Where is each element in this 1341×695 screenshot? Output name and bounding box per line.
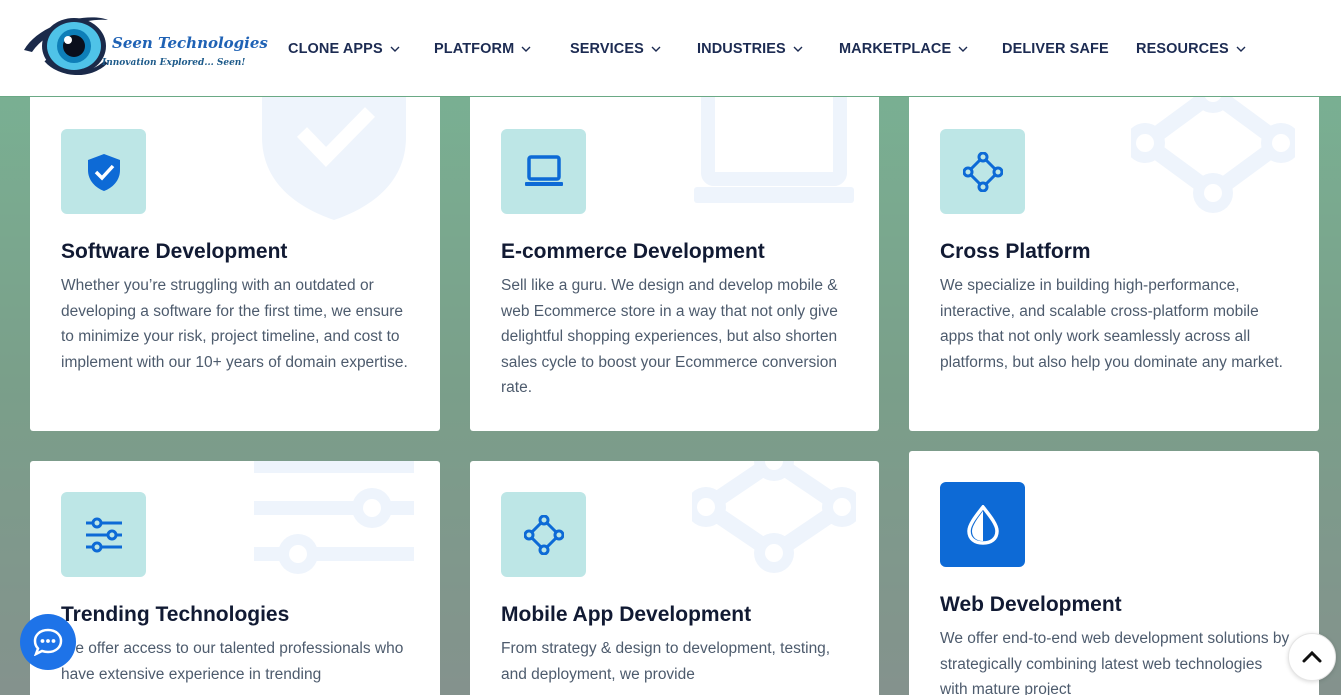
card-description: Sell like a guru. We design and develop … xyxy=(501,277,838,396)
brand-name: Seen Technologies xyxy=(112,34,268,52)
nav-marketplace[interactable]: MARKETPLACE xyxy=(839,40,969,58)
card-title: E-commerce Development xyxy=(501,240,765,263)
nodes-bg-icon xyxy=(1131,87,1295,213)
chevron-down-icon xyxy=(1236,46,1246,52)
chat-bubble-icon xyxy=(33,628,63,656)
icon-box xyxy=(501,129,586,214)
nav-label: INDUSTRIES xyxy=(697,41,786,57)
sliders-icon xyxy=(85,517,122,552)
nodes-icon xyxy=(962,151,1003,192)
icon-box xyxy=(61,129,146,214)
drop-icon xyxy=(966,504,999,545)
sliders-bg-icon xyxy=(254,461,414,574)
card-title: Mobile App Development xyxy=(501,603,752,626)
card-description: We specialize in building high-performan… xyxy=(940,277,1283,371)
nav-label: SERVICES xyxy=(570,41,644,57)
nav-label: PLATFORM xyxy=(434,41,515,57)
laptop-bg-icon xyxy=(694,87,854,203)
card-description: Whether you’re struggling with an outdat… xyxy=(61,277,408,371)
logo[interactable]: Seen Technologies Innovation Explored...… xyxy=(20,12,268,82)
nav-resources[interactable]: RESOURCES xyxy=(1136,40,1247,58)
laptop-icon xyxy=(524,154,563,186)
card-description: We offer end-to-end web development solu… xyxy=(940,630,1290,695)
shield-check-icon xyxy=(87,153,120,191)
chevron-down-icon xyxy=(793,46,803,52)
nav-clone-apps[interactable]: CLONE APPS xyxy=(288,40,401,58)
nav-label: CLONE APPS xyxy=(288,41,383,57)
card-title: Software Development xyxy=(61,240,288,263)
chevron-up-icon xyxy=(1302,650,1322,663)
icon-box xyxy=(940,129,1025,214)
shield-check-bg-icon xyxy=(262,87,406,220)
service-card-web-development[interactable]: Web Development We offer end-to-end web … xyxy=(909,451,1319,695)
service-card-cross-platform[interactable]: Cross Platform We specialize in building… xyxy=(909,87,1319,431)
icon-box xyxy=(940,482,1025,567)
nodes-bg-icon xyxy=(692,461,856,573)
nav-label: RESOURCES xyxy=(1136,41,1229,57)
nav-industries[interactable]: INDUSTRIES xyxy=(697,40,804,58)
site-header: Seen Technologies Innovation Explored...… xyxy=(0,0,1341,97)
nav-services[interactable]: SERVICES xyxy=(570,40,662,58)
service-card-trending-technologies[interactable]: Trending Technologies We offer access to… xyxy=(30,461,440,695)
card-title: Web Development xyxy=(940,593,1122,616)
nav-label: DELIVER SAFE xyxy=(1002,41,1109,57)
card-description: We offer access to our talented professi… xyxy=(61,640,404,683)
chevron-down-icon xyxy=(958,46,968,52)
scroll-to-top-button[interactable] xyxy=(1288,633,1336,681)
card-description: From strategy & design to development, t… xyxy=(501,640,831,683)
icon-box xyxy=(501,492,586,577)
eye-logo-icon xyxy=(24,17,108,76)
chevron-down-icon xyxy=(521,46,531,52)
card-title: Trending Technologies xyxy=(61,603,290,626)
nav-deliver-safe[interactable]: DELIVER SAFE xyxy=(1002,40,1109,58)
nav-platform[interactable]: PLATFORM xyxy=(434,40,532,58)
chevron-down-icon xyxy=(651,46,661,52)
card-title: Cross Platform xyxy=(940,240,1091,263)
nav-label: MARKETPLACE xyxy=(839,41,952,57)
chat-button[interactable] xyxy=(20,614,76,670)
icon-box xyxy=(61,492,146,577)
service-card-ecommerce-development[interactable]: E-commerce Development Sell like a guru.… xyxy=(470,87,879,431)
service-card-mobile-app-development[interactable]: Mobile App Development From strategy & d… xyxy=(470,461,879,695)
nodes-icon xyxy=(523,514,564,555)
chevron-down-icon xyxy=(390,46,400,52)
service-card-software-development[interactable]: Software Development Whether you’re stru… xyxy=(30,87,440,431)
brand-tagline: Innovation Explored... Seen! xyxy=(102,58,246,68)
